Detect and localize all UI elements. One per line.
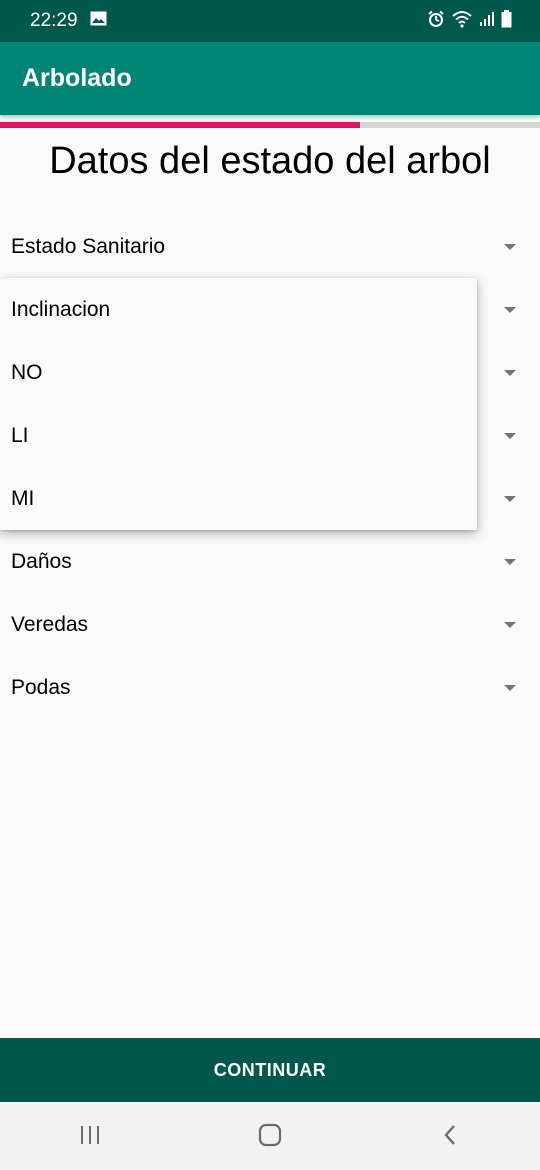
- spinner-veredas[interactable]: Veredas: [0, 593, 540, 656]
- dropdown-arrow-icon: [504, 432, 516, 439]
- dropdown-option-no[interactable]: NO: [0, 341, 477, 404]
- spinner-danos[interactable]: Daños: [0, 530, 540, 593]
- dropdown-option-mi[interactable]: MI: [0, 467, 477, 530]
- back-button[interactable]: [420, 1107, 480, 1167]
- wifi-icon: [451, 10, 473, 33]
- alarm-icon: [427, 10, 445, 33]
- signal-icon: [479, 11, 495, 32]
- status-bar: 22:29: [0, 0, 540, 42]
- recents-icon: [78, 1124, 102, 1151]
- spinner-estado-sanitario[interactable]: Estado Sanitario: [0, 215, 540, 278]
- app-title: Arbolado: [22, 64, 132, 92]
- recents-button[interactable]: [60, 1107, 120, 1167]
- status-time: 22:29: [30, 10, 78, 31]
- dropdown-arrow-icon: [504, 684, 516, 691]
- spinner-podas[interactable]: Podas: [0, 656, 540, 719]
- spinner-label: Daños: [11, 549, 72, 573]
- home-icon: [258, 1123, 282, 1152]
- dropdown-option-li[interactable]: LI: [0, 404, 477, 467]
- progress-bar: [0, 122, 540, 128]
- dropdown-arrow-icon: [504, 558, 516, 565]
- dropdown-arrow-icon: [504, 621, 516, 628]
- progress-fill: [0, 122, 361, 128]
- dropdown-arrow-icon: [504, 306, 516, 313]
- page-title: Datos del estado del arbol: [49, 140, 491, 182]
- continue-button[interactable]: CONTINUAR: [0, 1038, 540, 1102]
- back-icon: [442, 1123, 458, 1152]
- dropdown-arrow-icon: [504, 495, 516, 502]
- dropdown-arrow-icon: [504, 369, 516, 376]
- battery-icon: [501, 9, 512, 33]
- dropdown-popup: Inclinacion NO LI MI: [0, 278, 477, 530]
- dropdown-arrow-icon: [504, 243, 516, 250]
- spinner-label: Podas: [11, 675, 71, 699]
- app-bar: Arbolado: [0, 42, 540, 115]
- image-icon: [90, 10, 107, 32]
- navigation-bar: [0, 1104, 540, 1170]
- home-button[interactable]: [240, 1107, 300, 1167]
- spinner-label: Estado Sanitario: [11, 234, 166, 258]
- spinner-label: Veredas: [11, 612, 89, 636]
- dropdown-option-inclinacion[interactable]: Inclinacion: [0, 278, 477, 341]
